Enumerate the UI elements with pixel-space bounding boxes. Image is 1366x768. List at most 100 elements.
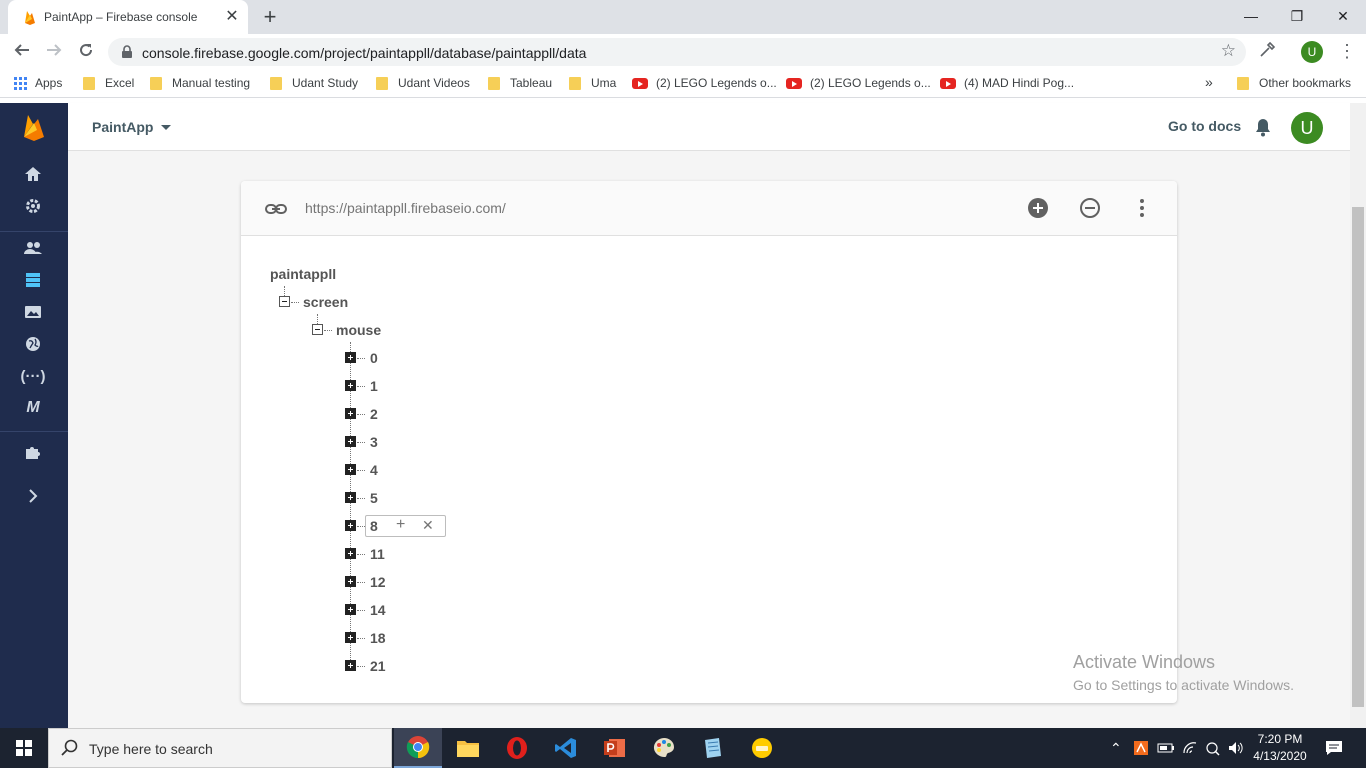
- bookmark-lego-1[interactable]: (2) LEGO Legends o...: [632, 76, 777, 90]
- remove-circle-icon[interactable]: [1079, 197, 1101, 219]
- bookmark-udant-study[interactable]: Udant Study: [270, 76, 358, 90]
- bookmark-uma[interactable]: Uma: [569, 76, 616, 90]
- users-icon[interactable]: [22, 237, 44, 259]
- notifications-icon[interactable]: [1325, 728, 1343, 768]
- tree-connector: [357, 610, 365, 611]
- collapse-icon[interactable]: [279, 296, 290, 307]
- tree-connector: [317, 314, 318, 324]
- storage-icon[interactable]: [22, 301, 44, 323]
- other-bookmarks[interactable]: Other bookmarks: [1237, 76, 1351, 90]
- expand-plus-icon[interactable]: [345, 604, 356, 615]
- expand-plus-icon[interactable]: [345, 576, 356, 587]
- taskbar-clock[interactable]: 7:20 PM 4/13/2020: [1248, 731, 1312, 765]
- back-button[interactable]: [10, 40, 34, 64]
- taskbar-sticky-app[interactable]: [738, 728, 786, 768]
- firebase-logo-icon[interactable]: [22, 113, 46, 141]
- functions-icon[interactable]: (···): [21, 365, 46, 387]
- windows-start-button[interactable]: [0, 728, 48, 768]
- go-to-docs-link[interactable]: Go to docs: [1168, 118, 1241, 134]
- taskbar-opera[interactable]: [493, 728, 541, 768]
- bookmarks-overflow-button[interactable]: »: [1205, 74, 1213, 90]
- profile-avatar[interactable]: U: [1301, 41, 1323, 63]
- bookmark-excel[interactable]: Excel: [83, 76, 134, 90]
- scrollbar-thumb[interactable]: [1352, 207, 1364, 707]
- tree-node-screen[interactable]: screen: [303, 294, 348, 310]
- taskbar-search-box[interactable]: Type here to search: [48, 728, 392, 768]
- bookmark-tableau[interactable]: Tableau: [488, 76, 552, 90]
- arrow-right-icon: [47, 44, 62, 56]
- taskbar-notepad-app[interactable]: [689, 728, 737, 768]
- bookmark-star-icon[interactable]: ☆: [1221, 41, 1236, 61]
- expand-plus-icon[interactable]: [345, 436, 356, 447]
- taskbar-file-explorer[interactable]: [444, 728, 492, 768]
- address-bar[interactable]: console.firebase.google.com/project/pain…: [108, 38, 1246, 66]
- taskbar-search-placeholder: Type here to search: [89, 741, 213, 757]
- user-avatar[interactable]: U: [1291, 112, 1323, 144]
- volume-icon[interactable]: [1228, 728, 1244, 768]
- more-vert-icon[interactable]: [1131, 197, 1153, 219]
- hosting-icon[interactable]: [22, 333, 44, 355]
- project-selector[interactable]: PaintApp: [92, 119, 172, 135]
- minimize-button[interactable]: —: [1228, 4, 1274, 28]
- close-window-button[interactable]: ✕: [1320, 4, 1366, 28]
- expand-plus-icon[interactable]: [345, 464, 356, 475]
- tree-child-hover-actions[interactable]: 8 + ✕: [365, 515, 446, 537]
- database-icon[interactable]: [22, 269, 44, 291]
- expand-plus-icon[interactable]: [345, 520, 356, 531]
- tab-close-icon[interactable]: ✕: [222, 7, 242, 27]
- maximize-button[interactable]: ❐: [1274, 4, 1320, 28]
- browser-tab[interactable]: PaintApp – Firebase console ✕: [8, 0, 248, 34]
- wifi-icon[interactable]: [1182, 728, 1198, 768]
- taskbar-powerpoint[interactable]: [591, 728, 639, 768]
- ml-kit-icon[interactable]: M: [22, 397, 44, 419]
- taskbar-paint[interactable]: [640, 728, 688, 768]
- apps-grid-icon: [14, 76, 27, 90]
- bell-icon[interactable]: [1254, 117, 1272, 137]
- reload-button[interactable]: [74, 40, 98, 64]
- expand-plus-icon[interactable]: [345, 632, 356, 643]
- expand-plus-icon[interactable]: [345, 380, 356, 391]
- tree-connector: [357, 526, 365, 527]
- remove-child-button[interactable]: ✕: [422, 517, 434, 534]
- extensions-icon[interactable]: [22, 441, 44, 463]
- watermark-line-2: Go to Settings to activate Windows.: [1073, 677, 1294, 693]
- expand-plus-icon[interactable]: [345, 548, 356, 559]
- expand-icon[interactable]: [22, 485, 44, 507]
- notepad-icon: [705, 738, 721, 758]
- tray-app-icon[interactable]: [1133, 728, 1149, 768]
- tree-root[interactable]: paintappll: [270, 266, 336, 282]
- firebase-favicon-icon: [25, 11, 35, 25]
- watermark-line-1: Activate Windows: [1073, 652, 1216, 672]
- settings-icon[interactable]: [22, 195, 44, 217]
- battery-icon[interactable]: [1157, 728, 1175, 768]
- forward-button[interactable]: [42, 40, 66, 64]
- bookmark-mad-hindi[interactable]: (4) MAD Hindi Pog...: [940, 76, 1074, 90]
- expand-plus-icon[interactable]: [345, 660, 356, 671]
- bookmark-apps[interactable]: Apps: [14, 76, 62, 90]
- tray-overflow-button[interactable]: ⌃: [1110, 728, 1122, 768]
- bookmark-udant-videos[interactable]: Udant Videos: [376, 76, 470, 90]
- sidebar-divider: [0, 431, 68, 432]
- tree-connector: [357, 498, 365, 499]
- home-icon[interactable]: [22, 163, 44, 185]
- page-scrollbar[interactable]: [1350, 103, 1366, 728]
- network-icon[interactable]: [1205, 728, 1221, 768]
- expand-plus-icon[interactable]: [345, 408, 356, 419]
- expand-plus-icon[interactable]: [345, 492, 356, 503]
- chrome-menu-icon[interactable]: ⋮: [1338, 41, 1356, 62]
- link-icon[interactable]: [265, 199, 287, 219]
- lock-icon: [122, 45, 132, 58]
- collapse-icon[interactable]: [312, 324, 323, 335]
- taskbar-vscode[interactable]: [542, 728, 590, 768]
- tree-connector: [284, 286, 285, 296]
- bookmark-label: (4) MAD Hindi Pog...: [964, 76, 1075, 90]
- taskbar-chrome[interactable]: [394, 728, 442, 768]
- eyedropper-extension-icon[interactable]: [1258, 41, 1276, 64]
- bookmark-lego-2[interactable]: (2) LEGO Legends o...: [786, 76, 931, 90]
- expand-plus-icon[interactable]: [345, 352, 356, 363]
- bookmark-manual-testing[interactable]: Manual testing: [150, 76, 250, 90]
- add-child-button[interactable]: +: [396, 516, 405, 534]
- tree-node-mouse[interactable]: mouse: [336, 322, 381, 338]
- new-tab-button[interactable]: +: [258, 5, 282, 29]
- add-circle-icon[interactable]: [1027, 197, 1049, 219]
